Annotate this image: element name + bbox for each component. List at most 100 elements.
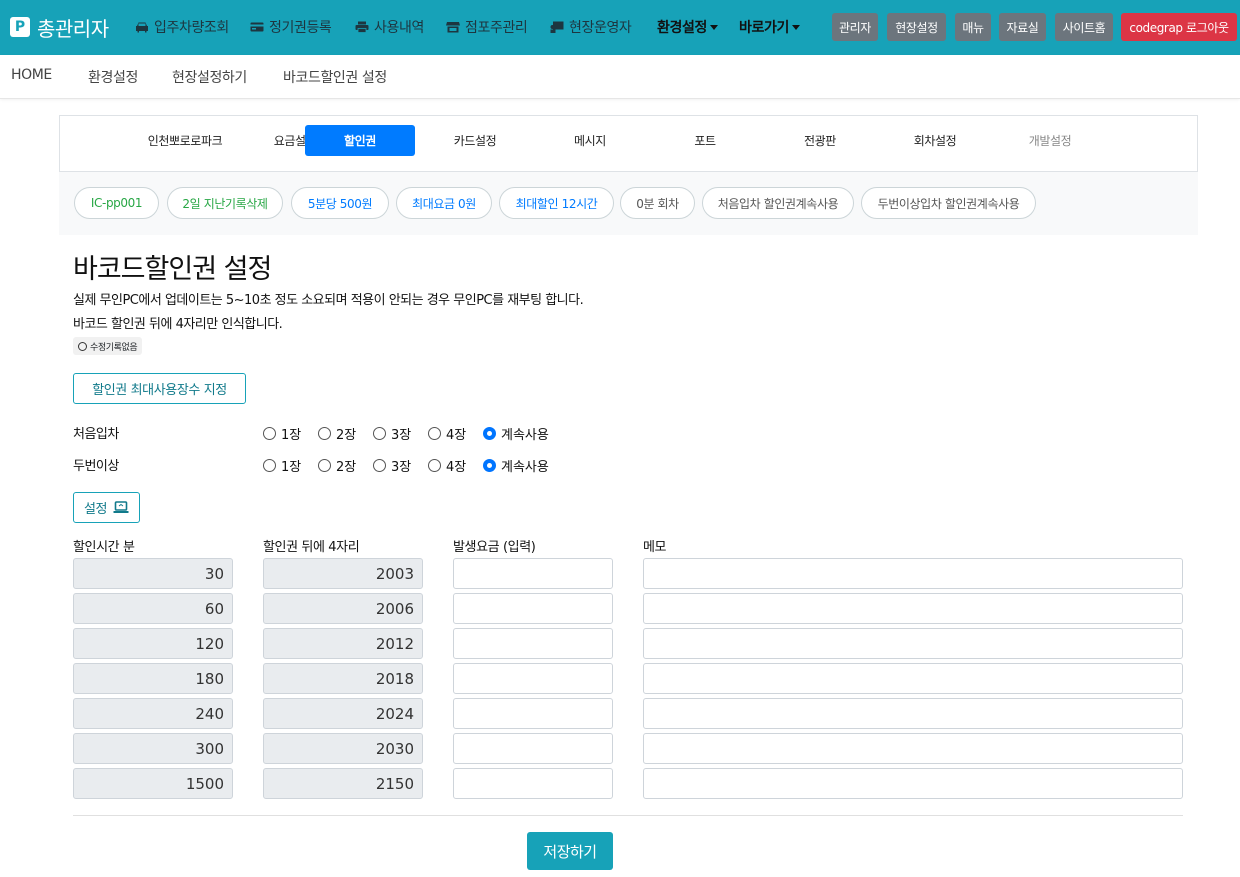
tab-discount[interactable]: 할인권: [305, 125, 415, 156]
memo-input[interactable]: [643, 558, 1183, 589]
fee-input[interactable]: [453, 593, 613, 624]
breadcrumb-barcode-discount[interactable]: 바코드할인권 설정: [283, 67, 387, 87]
radio-label: 계속사용: [501, 460, 549, 475]
admin-button[interactable]: 관리자: [832, 13, 878, 41]
fee-input[interactable]: [453, 628, 613, 659]
first-entry-option-1[interactable]: 1장: [263, 424, 301, 443]
nav-link-site-operator[interactable]: 현장운영자: [550, 16, 632, 38]
barcode-suffix-field: 2150: [263, 768, 423, 799]
memo-input[interactable]: [643, 733, 1183, 764]
discount-minutes-field: 300: [73, 733, 233, 764]
max-count-button[interactable]: 할인권 최대사용장수 지정: [73, 373, 246, 404]
breadcrumb-site-settings[interactable]: 현장설정하기: [172, 67, 247, 87]
fee-input[interactable]: [453, 733, 613, 764]
tab-card-settings[interactable]: 카드설정: [420, 125, 530, 156]
nav-link-label: 정기권등록: [269, 20, 332, 36]
memo-input[interactable]: [643, 628, 1183, 659]
edit-history-label: 수정기록없음: [90, 342, 138, 353]
logout-button[interactable]: codegrap 로그아웃: [1121, 13, 1237, 41]
discount-minutes-field: 240: [73, 698, 233, 729]
set-button[interactable]: 설정: [73, 492, 140, 523]
edit-history-badge[interactable]: 수정기록없음: [73, 337, 143, 355]
set-button-label: 설정: [83, 502, 108, 517]
pill-site-code[interactable]: IC-pp001: [74, 187, 159, 219]
repeat-entry-option-2[interactable]: 2장: [318, 456, 356, 475]
page-note: 바코드 할인권 뒤에 4자리만 인식합니다.: [73, 317, 283, 332]
nav-link-store-owner[interactable]: 점포주관리: [446, 16, 528, 38]
repeat-entry-label: 두번이상: [73, 459, 119, 474]
tab-return-settings[interactable]: 회차설정: [880, 125, 990, 156]
nav-link-usage-history[interactable]: 사용내역: [355, 16, 424, 38]
pill-return-minutes[interactable]: 0분 회차: [620, 187, 695, 219]
first-entry-option-unlimited[interactable]: 계속사용: [483, 424, 549, 443]
settings-tab-bar: 인천뽀로로파크 요금설정 할인권 카드설정 메시지 포트 전광판 회차설정 개발…: [59, 115, 1198, 172]
card-icon: [250, 22, 264, 32]
nav-link-season-pass[interactable]: 정기권등록: [250, 16, 332, 38]
first-entry-option-2[interactable]: 2장: [318, 424, 356, 443]
pill-repeat-entry-policy[interactable]: 두번이상입차 할인권계속사용: [861, 187, 1036, 219]
barcode-suffix-field: 2003: [263, 558, 423, 589]
nav-dropdown-shortcuts[interactable]: 바로가기: [739, 16, 800, 38]
radio-icon: [263, 459, 276, 472]
breadcrumb-home[interactable]: HOME: [11, 67, 52, 83]
radio-icon: [318, 427, 331, 440]
repeat-entry-option-4[interactable]: 4장: [428, 456, 466, 475]
column-header-fee: 발생요금 (입력): [453, 540, 536, 555]
fee-input[interactable]: [453, 663, 613, 694]
site-home-button[interactable]: 사이트홈: [1055, 13, 1113, 41]
column-header-memo: 메모: [643, 540, 667, 555]
store-icon: [446, 22, 460, 33]
tab-port[interactable]: 포트: [650, 125, 760, 156]
radio-label: 계속사용: [501, 428, 549, 443]
tab-display-board[interactable]: 전광판: [765, 125, 875, 156]
discount-minutes-field: 1500: [73, 768, 233, 799]
memo-input[interactable]: [643, 593, 1183, 624]
pill-first-entry-policy[interactable]: 처음입차 할인권계속사용: [702, 187, 854, 219]
brand-title: 총관리자: [37, 16, 109, 41]
memo-input[interactable]: [643, 663, 1183, 694]
pill-max-fee[interactable]: 최대요금 0원: [396, 187, 492, 219]
radio-icon: [373, 459, 386, 472]
resources-button[interactable]: 자료실: [999, 13, 1046, 41]
nav-dropdown-settings[interactable]: 환경설정: [657, 16, 718, 38]
save-button[interactable]: 저장하기: [527, 832, 613, 870]
tab-incheon-pororo-park[interactable]: 인천뽀로로파크: [130, 125, 240, 156]
parking-logo-icon: P: [10, 17, 30, 37]
radio-label: 3장: [391, 460, 412, 475]
repeat-entry-option-unlimited[interactable]: 계속사용: [483, 456, 549, 475]
brand[interactable]: P 총관리자: [10, 12, 109, 42]
first-entry-option-4[interactable]: 4장: [428, 424, 466, 443]
fee-input[interactable]: [453, 768, 613, 799]
site-settings-button[interactable]: 현장설정: [887, 13, 946, 41]
manual-button[interactable]: 매뉴: [955, 13, 991, 41]
barcode-suffix-field: 2006: [263, 593, 423, 624]
column-header-code: 할인권 뒤에 4자리: [263, 540, 360, 555]
page-title: 바코드할인권 설정: [73, 254, 272, 285]
nav-link-label: 현장운영자: [569, 20, 632, 36]
radio-icon: [263, 427, 276, 440]
radio-label: 4장: [446, 428, 467, 443]
repeat-entry-option-3[interactable]: 3장: [373, 456, 411, 475]
pill-record-deletion[interactable]: 2일 지난기록삭제: [167, 187, 283, 219]
pill-max-discount[interactable]: 최대할인 12시간: [499, 187, 614, 219]
radio-icon: [428, 427, 441, 440]
top-navbar: P 총관리자 입주차량조회 정기권등록 사용내역 점포주관리 현장운영자 환경설…: [0, 0, 1240, 55]
first-entry-option-3[interactable]: 3장: [373, 424, 411, 443]
fee-input[interactable]: [453, 558, 613, 589]
radio-label: 1장: [281, 460, 302, 475]
memo-input[interactable]: [643, 768, 1183, 799]
fee-input[interactable]: [453, 698, 613, 729]
radio-selected-icon: [483, 427, 496, 440]
radio-label: 2장: [336, 460, 357, 475]
tab-developer-settings[interactable]: 개발설정: [995, 125, 1105, 156]
barcode-suffix-field: 2030: [263, 733, 423, 764]
discount-minutes-field: 120: [73, 628, 233, 659]
memo-input[interactable]: [643, 698, 1183, 729]
breadcrumb-settings[interactable]: 환경설정: [88, 67, 138, 87]
tab-message[interactable]: 메시지: [535, 125, 645, 156]
pill-unit-fee[interactable]: 5분당 500원: [291, 187, 389, 219]
repeat-entry-option-1[interactable]: 1장: [263, 456, 301, 475]
radio-selected-icon: [483, 459, 496, 472]
discount-minutes-field: 60: [73, 593, 233, 624]
nav-link-vehicle-search[interactable]: 입주차량조회: [135, 16, 229, 38]
